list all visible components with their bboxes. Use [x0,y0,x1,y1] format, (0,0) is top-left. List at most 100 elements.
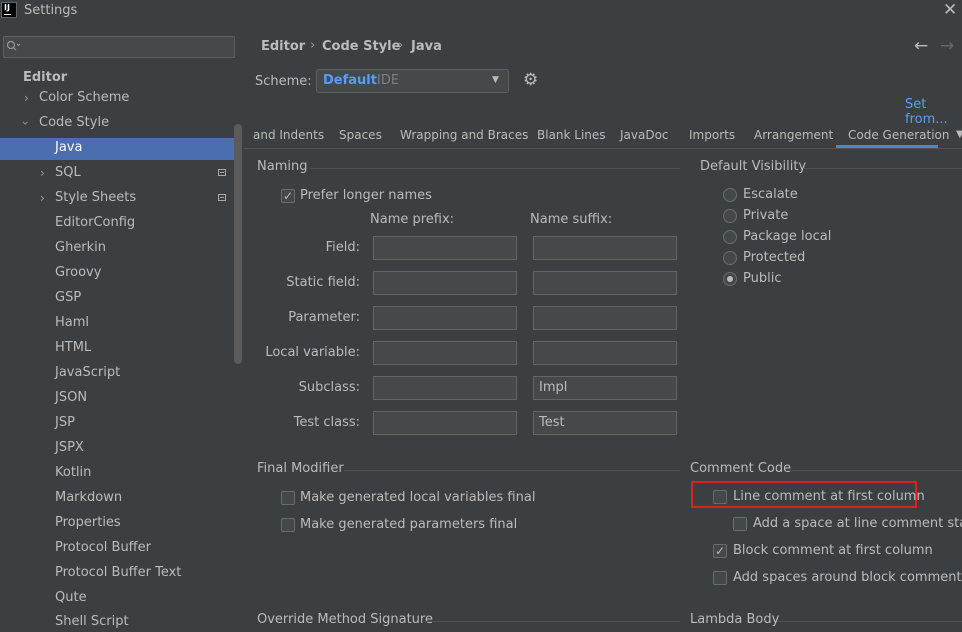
back-arrow-icon[interactable]: ← [914,36,928,56]
breadcrumb-editor[interactable]: Editor [261,39,305,54]
group-divider [777,621,962,622]
field-suffix-input[interactable] [533,236,677,260]
tree-item-shell-script[interactable]: Shell Script [55,612,129,632]
breadcrumb-separator: › [310,38,316,53]
parameter-prefix-input[interactable] [373,306,517,330]
static-field-prefix-input[interactable] [373,271,517,295]
gear-icon[interactable]: ⚙ [523,70,538,90]
radio-package-local[interactable] [723,230,737,244]
add-space-comment-start-checkbox[interactable] [733,517,747,531]
radio-protected-label: Protected [743,250,806,265]
prefer-longer-names-label: Prefer longer names [300,188,432,203]
forward-arrow-icon[interactable]: → [940,36,954,56]
static-field-suffix-input[interactable] [533,271,677,295]
tree-item-sql[interactable]: SQL [55,163,81,183]
project-settings-icon [218,194,226,201]
tab-blank-lines[interactable]: Blank Lines [537,128,606,142]
tree-item-editor[interactable]: Editor [23,68,67,88]
radio-protected[interactable] [723,251,737,265]
tab-spaces[interactable]: Spaces [339,128,382,142]
final-params-checkbox[interactable] [281,518,295,532]
group-divider [310,168,680,169]
subclass-prefix-input[interactable] [373,376,517,400]
add-space-comment-start-label: Add a space at line comment start [753,516,962,531]
active-tab-indicator [836,145,938,148]
chevron-right-icon[interactable]: › [24,88,29,108]
subclass-suffix-input[interactable]: Impl [533,376,677,400]
group-divider [803,168,962,169]
radio-escalate[interactable] [723,188,737,202]
tabs-divider [244,148,962,149]
tree-item-editorconfig[interactable]: EditorConfig [55,213,135,233]
tree-item-jsp[interactable]: JSP [55,413,75,433]
parameter-suffix-input[interactable] [533,306,677,330]
local-variable-prefix-input[interactable] [373,341,517,365]
static-field-label: Static field: [286,275,360,290]
line-comment-first-column-checkbox[interactable] [713,490,727,504]
tree-item-style-sheets[interactable]: Style Sheets [55,188,136,208]
tree-item-groovy[interactable]: Groovy [55,263,101,283]
tree-item-protocol-buffer-text[interactable]: Protocol Buffer Text [55,563,181,583]
chevron-down-icon[interactable]: › [15,121,35,126]
final-local-vars-checkbox[interactable] [281,491,295,505]
tab-arrangement[interactable]: Arrangement [754,128,833,142]
final-modifier-title: Final Modifier [257,461,344,476]
tree-item-haml[interactable]: Haml [55,313,89,333]
radio-private-label: Private [743,208,789,223]
search-input[interactable] [3,36,235,58]
tree-item-properties[interactable]: Properties [55,513,121,533]
tab-tabs-and-indents[interactable]: and Indents [253,128,324,142]
radio-package-local-label: Package local [743,229,832,244]
tree-item-kotlin[interactable]: Kotlin [55,463,91,483]
tree-item-java[interactable]: Java [55,138,82,158]
chevron-down-icon[interactable]: ▼ [956,129,962,140]
tree-item-qute[interactable]: Qute [55,588,87,608]
tree-selection-highlight [0,138,234,160]
breadcrumb-code-style[interactable]: Code Style [322,39,400,54]
tab-wrapping-and-braces[interactable]: Wrapping and Braces [400,128,528,142]
tree-item-html[interactable]: HTML [55,338,91,358]
scheme-type: IDE [377,73,400,88]
field-prefix-input[interactable] [373,236,517,260]
name-prefix-header: Name prefix: [370,212,455,227]
tree-item-javascript[interactable]: JavaScript [55,363,120,383]
local-variable-suffix-input[interactable] [533,341,677,365]
tree-item-gsp[interactable]: GSP [55,288,81,308]
block-comment-first-column-label: Block comment at first column [733,543,933,558]
local-variable-label: Local variable: [265,345,360,360]
group-divider [424,621,680,622]
tree-item-code-style[interactable]: Code Style [39,113,109,133]
tree-item-protocol-buffer[interactable]: Protocol Buffer [55,538,151,558]
default-visibility-title: Default Visibility [700,159,807,174]
dropdown-caret-icon[interactable]: ▼ [492,75,499,85]
set-from-link[interactable]: Set from... [905,97,962,127]
tab-javadoc[interactable]: JavaDoc [620,128,669,142]
chevron-right-icon[interactable]: › [40,163,45,183]
block-comment-first-column-checkbox[interactable]: ✓ [713,544,727,558]
group-divider [344,470,680,471]
line-comment-first-column-label: Line comment at first column [733,489,925,504]
spaces-around-block-comments-checkbox[interactable] [713,571,727,585]
tab-imports[interactable]: Imports [689,128,735,142]
radio-public[interactable] [723,272,737,286]
lambda-body-title: Lambda Body [690,612,780,627]
sidebar-scrollbar[interactable] [234,124,242,364]
tree-item-color-scheme[interactable]: Color Scheme [39,88,129,108]
tree-item-json[interactable]: JSON [55,388,87,408]
group-divider [786,470,962,471]
name-suffix-header: Name suffix: [530,212,613,227]
final-local-vars-label: Make generated local variables final [300,490,536,505]
test-class-suffix-input[interactable]: Test [533,411,677,435]
prefer-longer-names-checkbox[interactable]: ✓ [281,189,295,203]
radio-private[interactable] [723,209,737,223]
tab-code-generation[interactable]: Code Generation [848,128,949,142]
close-icon[interactable]: ✕ [943,0,957,20]
chevron-right-icon[interactable]: › [40,188,45,208]
tree-item-markdown[interactable]: Markdown [55,488,122,508]
subclass-label: Subclass: [298,380,360,395]
scheme-name: Default [323,73,377,88]
tree-item-gherkin[interactable]: Gherkin [55,238,106,258]
spaces-around-block-comments-label: Add spaces around block comments [733,570,962,585]
test-class-prefix-input[interactable] [373,411,517,435]
tree-item-jspx[interactable]: JSPX [55,438,84,458]
